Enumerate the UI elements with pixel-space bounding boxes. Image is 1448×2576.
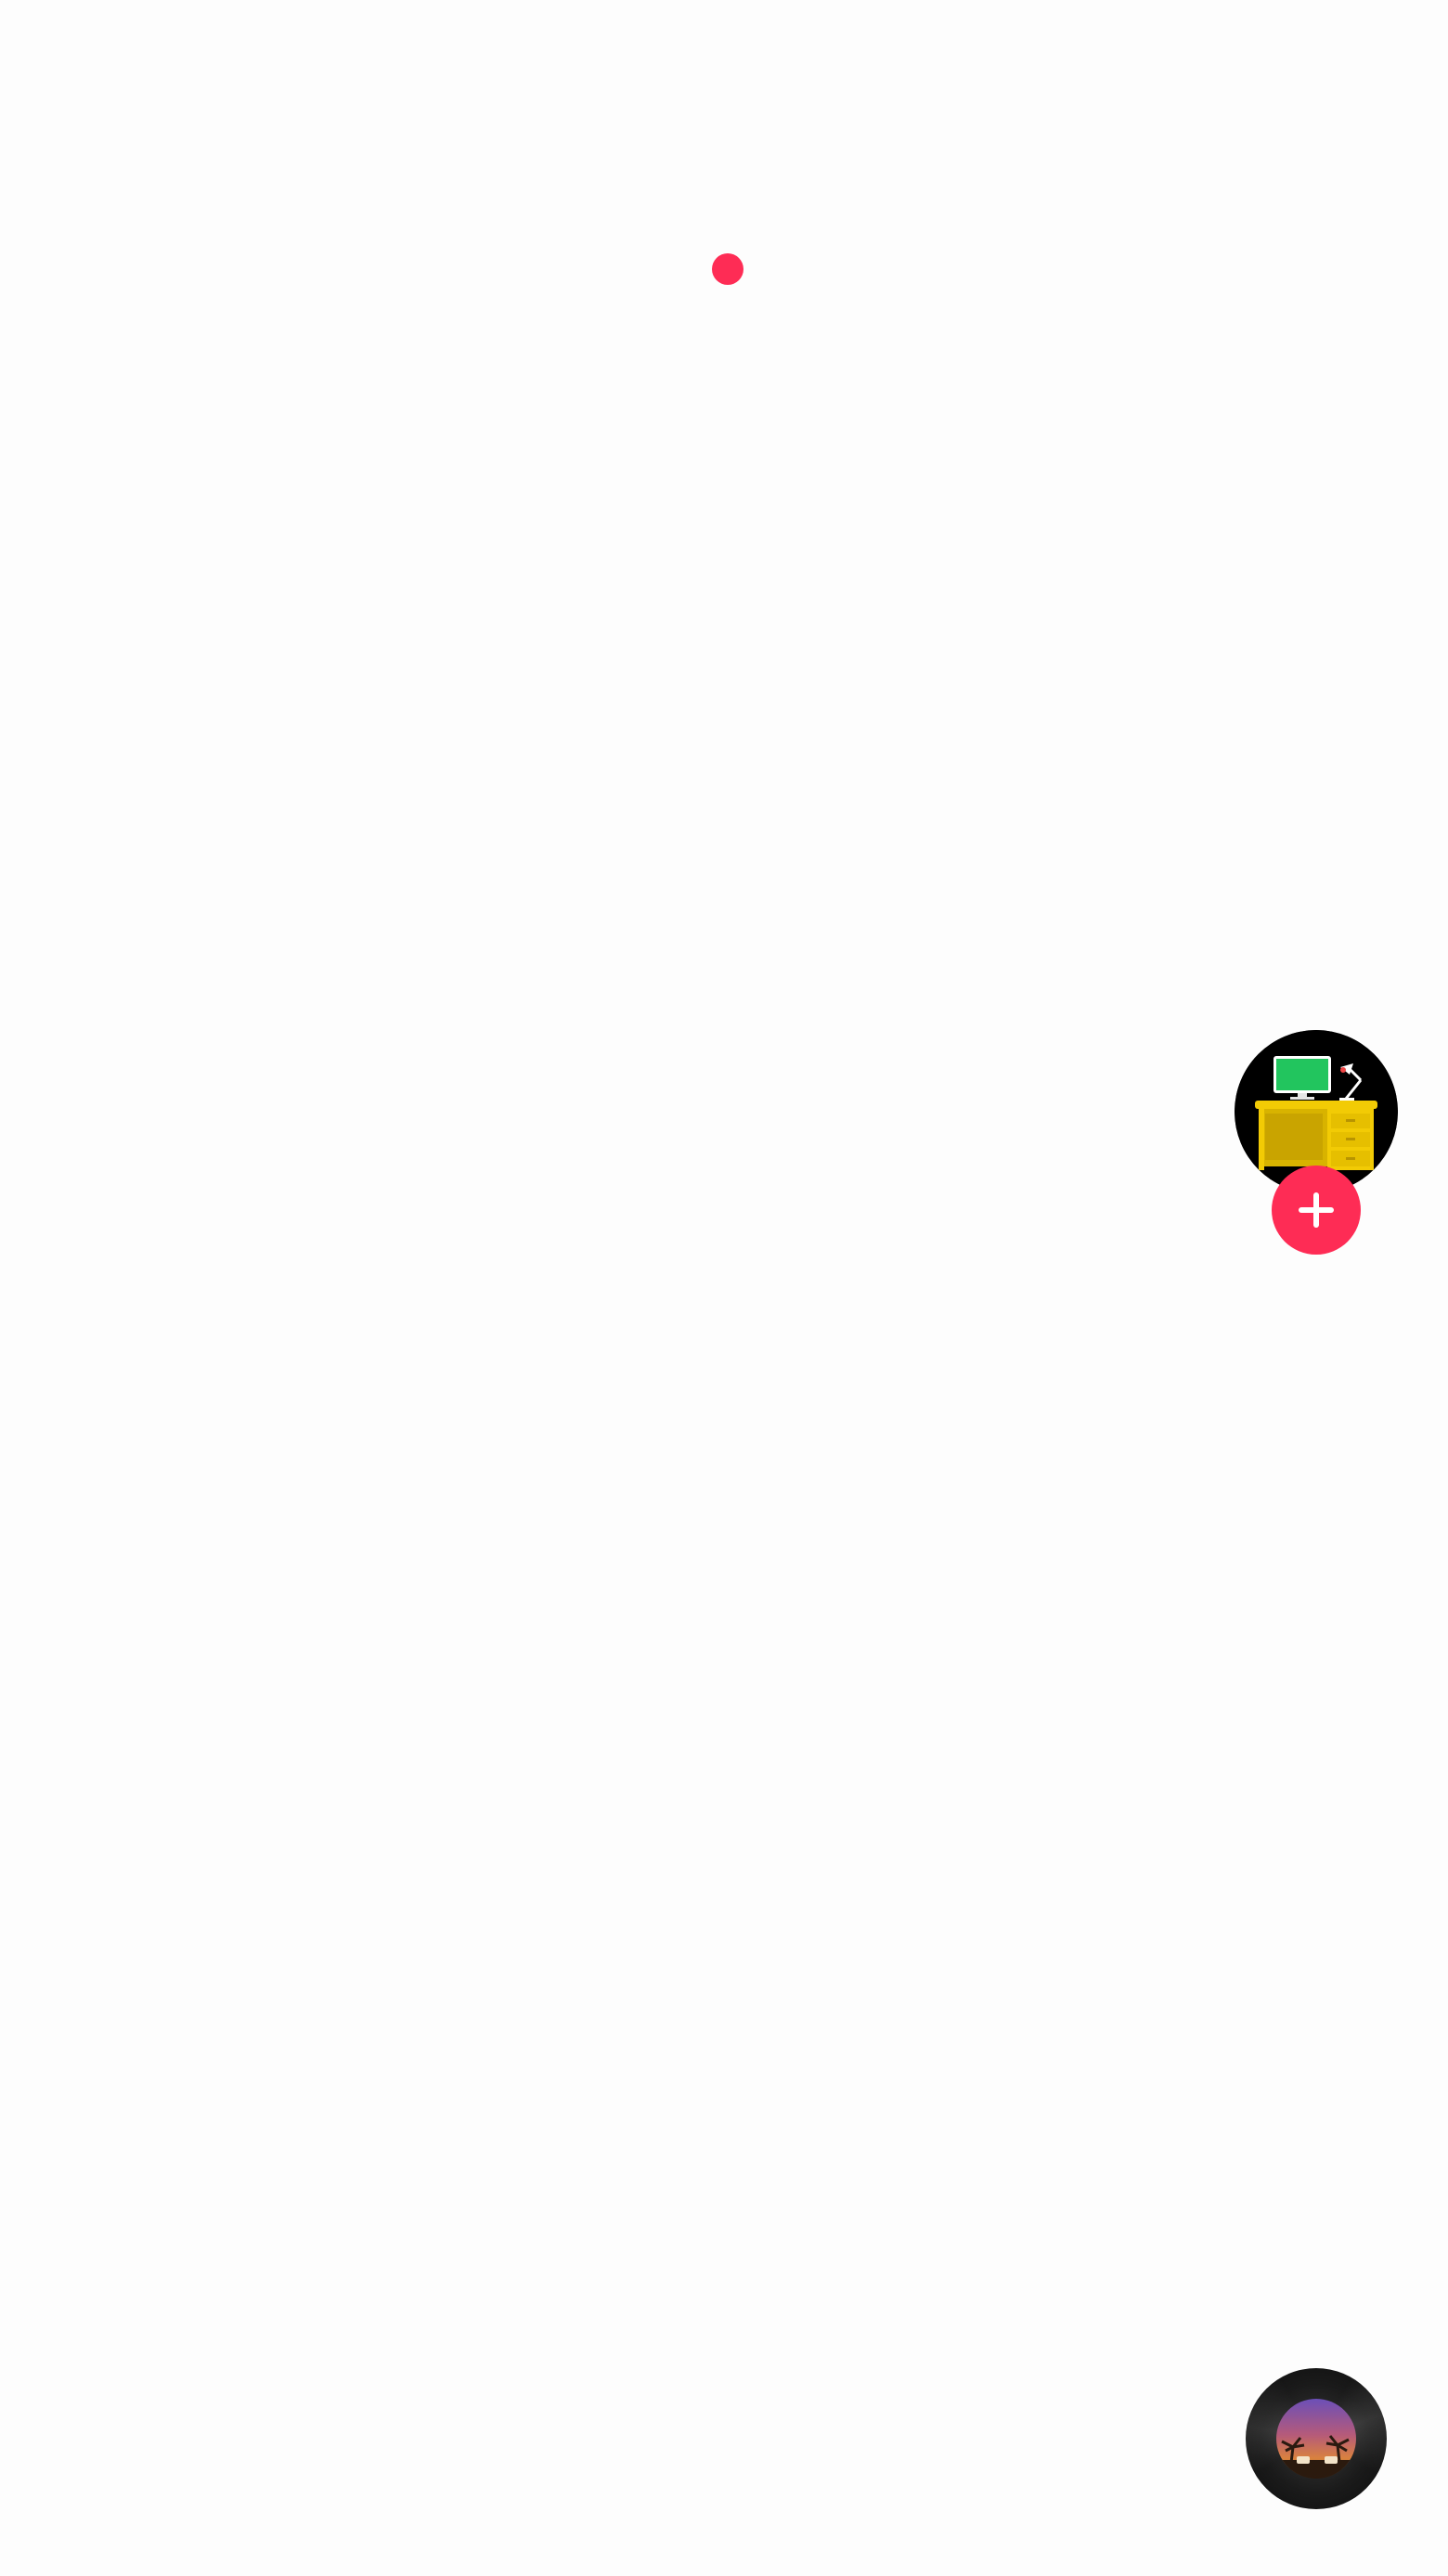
album-cover-image (1276, 2399, 1356, 2479)
music-disc-button[interactable] (1246, 2368, 1387, 2509)
follow-button[interactable] (1272, 1166, 1361, 1255)
loading-indicator-dot (712, 253, 743, 285)
music-disc-icon (1276, 2399, 1356, 2479)
plus-icon (1299, 1192, 1334, 1228)
video-feed-screen (0, 0, 1448, 2576)
